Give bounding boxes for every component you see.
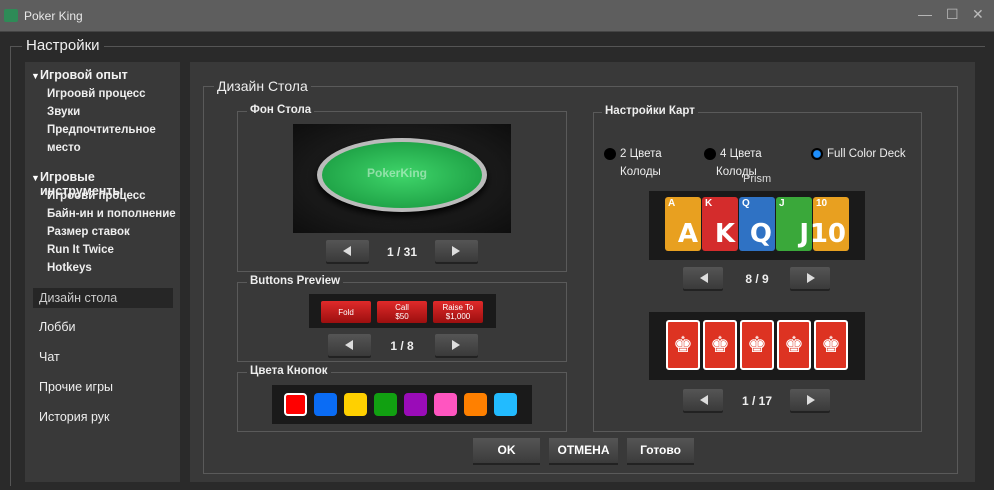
maximize-button[interactable]: ☐ [946, 6, 959, 23]
deck-option-radio[interactable] [704, 148, 716, 160]
card-preview: AA [665, 197, 701, 251]
buttons-next-button[interactable] [435, 334, 478, 356]
deck-option-radio[interactable] [604, 148, 616, 160]
sidebar-item-table-design[interactable]: Дизайн стола [33, 288, 173, 308]
call-amount: $50 [395, 312, 409, 321]
sidebar-group-game-experience[interactable]: Игровой опыт [40, 68, 128, 82]
call-preview: Call $50 [377, 301, 427, 323]
card-preview: JJ [776, 197, 812, 251]
ok-button[interactable]: OK [473, 438, 540, 463]
deck-option-label[interactable]: Full Color Deck [827, 145, 906, 163]
sidebar-item-preferred-seat[interactable]: Предпочтительное [47, 124, 156, 136]
table-next-button[interactable] [435, 240, 478, 262]
color-swatch[interactable] [344, 393, 367, 416]
back-next-button[interactable] [790, 389, 830, 411]
sidebar-item-hotkeys[interactable]: Hotkeys [47, 262, 92, 274]
title-bar: Poker King — ☐ ✕ [0, 0, 994, 32]
sidebar-item-gameplay-2[interactable]: Игроовй процесс [47, 190, 146, 202]
deck-option-radio[interactable] [811, 148, 823, 160]
sidebar-item-sounds[interactable]: Звуки [47, 106, 80, 118]
color-swatch[interactable] [494, 393, 517, 416]
card-preview: 10 10 [810, 197, 849, 251]
raise-label: Raise To [442, 303, 474, 312]
window-title: Poker King [24, 9, 83, 23]
card-back: ♚ [666, 320, 700, 370]
table-bg-label: Фон Стола [247, 104, 315, 116]
app-icon [4, 9, 18, 22]
color-swatch[interactable] [374, 393, 397, 416]
card-back: ♚ [703, 320, 737, 370]
buttons-preview-label: Buttons Preview [247, 275, 344, 287]
sidebar-item-preferred-seat-2[interactable]: место [47, 142, 81, 154]
deck-prev-button[interactable] [683, 267, 723, 289]
table-counter: 1 / 31 [386, 245, 418, 259]
card-preview: KK [702, 197, 738, 251]
card-back: ♚ [777, 320, 811, 370]
done-button[interactable]: Готово [627, 438, 694, 463]
sidebar-item-other-games[interactable]: Прочие игры [39, 380, 113, 394]
card-back: ♚ [740, 320, 774, 370]
back-prev-button[interactable] [683, 389, 723, 411]
cancel-button[interactable]: ОТМЕНА [549, 438, 618, 463]
sidebar-item-gameplay[interactable]: Игроовй процесс [47, 88, 146, 100]
section-title: Дизайн Стола [214, 78, 311, 94]
color-swatch[interactable] [434, 393, 457, 416]
deck-next-button[interactable] [790, 267, 830, 289]
sidebar-item-lobby[interactable]: Лобби [39, 320, 75, 334]
color-swatch[interactable] [464, 393, 487, 416]
raise-preview: Raise To $1,000 [433, 301, 483, 323]
back-counter: 1 / 17 [741, 394, 773, 408]
buttons-preview: Fold Call $50 Raise To $1,000 [309, 294, 496, 328]
buttons-counter: 1 / 8 [390, 339, 414, 353]
color-swatch[interactable] [404, 393, 427, 416]
collapse-triangle-icon[interactable]: ▼ [31, 71, 40, 81]
deck-preview: A A K K Q Q J J 10 10 [649, 191, 865, 260]
table-preview: PokerKing [293, 124, 511, 233]
deck-option-label[interactable]: 2 Цвета Колоды [620, 145, 662, 181]
close-button[interactable]: ✕ [972, 6, 984, 23]
sidebar-item-buyin[interactable]: Байн-ин и пополнение [47, 208, 176, 220]
raise-amount: $1,000 [445, 312, 471, 321]
card-back: ♚ [814, 320, 848, 370]
card-preview: QQ [739, 197, 775, 251]
fold-preview: Fold [321, 301, 371, 323]
fold-label: Fold [338, 307, 354, 317]
table-prev-button[interactable] [326, 240, 369, 262]
minimize-button[interactable]: — [918, 6, 932, 22]
sidebar-item-run-it-twice[interactable]: Run It Twice [47, 244, 114, 256]
sidebar: ▼ Игровой опыт Игроовй процесс Звуки Пре… [25, 62, 180, 482]
sidebar-item-label: Дизайн стола [39, 291, 118, 305]
settings-title: Настройки [22, 37, 104, 54]
card-back-preview: ♚ ♚ ♚ ♚ ♚ [649, 312, 865, 380]
color-swatch[interactable] [314, 393, 337, 416]
call-label: Call [395, 303, 409, 312]
color-swatches [272, 385, 532, 424]
button-colors-label: Цвета Кнопок [247, 365, 331, 377]
buttons-prev-button[interactable] [328, 334, 371, 356]
deck-name: Prism [743, 173, 772, 185]
card-settings-label: Настройки Карт [602, 105, 698, 117]
sidebar-item-bet-sizes[interactable]: Размер ставок [47, 226, 130, 238]
collapse-triangle-icon[interactable]: ▼ [31, 173, 40, 183]
table-logo: PokerKing [367, 166, 428, 180]
sidebar-item-chat[interactable]: Чат [39, 350, 60, 364]
deck-counter: 8 / 9 [745, 272, 769, 286]
color-swatch[interactable] [284, 393, 307, 416]
sidebar-item-hand-history[interactable]: История рук [39, 410, 109, 424]
